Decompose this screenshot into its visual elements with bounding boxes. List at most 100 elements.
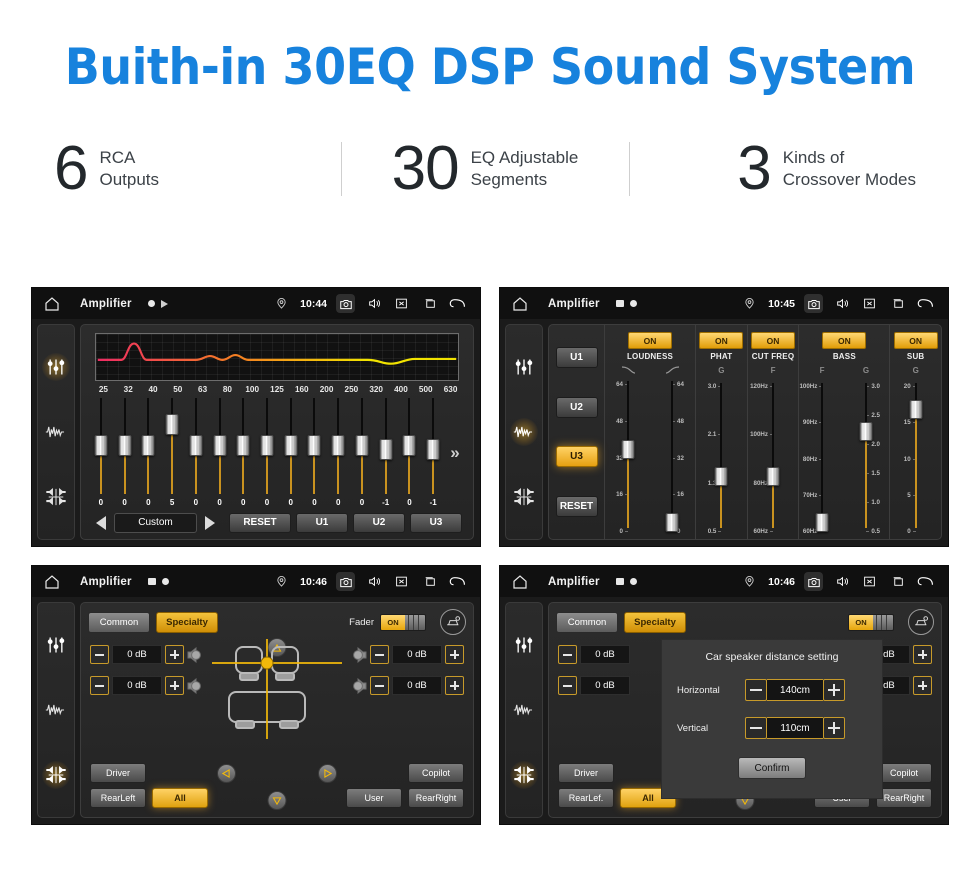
home-icon[interactable] <box>41 293 63 315</box>
plus-button[interactable] <box>445 645 464 664</box>
volume-icon[interactable] <box>364 294 383 313</box>
close-box-icon[interactable] <box>392 294 411 313</box>
phat-on-button[interactable]: ON <box>699 332 744 349</box>
eq-sliders-icon[interactable] <box>510 353 538 381</box>
preset-rearleft-button[interactable]: RearLef. <box>558 788 614 808</box>
eq-band-slider[interactable] <box>235 396 251 496</box>
eq-band-slider[interactable] <box>259 396 275 496</box>
loudness-on-button[interactable]: ON <box>628 332 672 349</box>
crossover-icon[interactable] <box>510 483 538 511</box>
home-icon[interactable] <box>41 571 63 593</box>
car-seat-settings-icon[interactable] <box>440 609 466 635</box>
preset-all-button[interactable]: All <box>152 788 208 808</box>
eq-band-slider[interactable] <box>306 396 322 496</box>
eq-sliders-icon[interactable] <box>42 353 70 382</box>
preset-user-button[interactable]: User <box>346 788 402 808</box>
preset-driver-button[interactable]: Driver <box>558 763 614 783</box>
home-icon[interactable] <box>509 571 531 593</box>
preset-next-button[interactable] <box>202 513 219 532</box>
eq-band-slider[interactable] <box>425 396 441 496</box>
plus-button[interactable] <box>823 717 845 739</box>
preset-rearright-button[interactable]: RearRight <box>408 788 464 808</box>
preset-copilot-button[interactable]: Copilot <box>876 763 932 783</box>
back-icon[interactable] <box>448 572 467 591</box>
recents-icon[interactable] <box>888 294 907 313</box>
volume-icon[interactable] <box>832 294 851 313</box>
eq-band[interactable]: 0 <box>255 396 279 509</box>
horizontal-stepper[interactable]: 140cm <box>745 679 845 701</box>
eq-band[interactable]: 0 <box>398 396 422 509</box>
eq-sliders-icon[interactable] <box>510 631 538 659</box>
plus-button[interactable] <box>823 679 845 701</box>
plus-button[interactable] <box>913 676 932 695</box>
eq-band[interactable]: 0 <box>113 396 137 509</box>
eq-band-slider[interactable] <box>401 396 417 496</box>
user-preset-u3-button[interactable]: U3 <box>409 512 462 533</box>
tab-specialty[interactable]: Specialty <box>156 611 218 633</box>
eq-band-slider[interactable] <box>93 396 109 496</box>
vertical-stepper[interactable]: 110cm <box>745 717 845 739</box>
dsp-slider[interactable]: 120Hz 100Hz 80Hz 60Hz <box>750 377 795 535</box>
reset-button[interactable]: RESET <box>228 512 291 533</box>
cut-freq-on-button[interactable]: ON <box>751 332 795 349</box>
preset-rearleft-button[interactable]: RearLeft <box>90 788 146 808</box>
eq-band[interactable]: 0 <box>89 396 113 509</box>
preset-copilot-button[interactable]: Copilot <box>408 763 464 783</box>
volume-icon[interactable] <box>832 572 851 591</box>
close-box-icon[interactable] <box>392 572 411 591</box>
minus-button[interactable] <box>370 645 389 664</box>
minus-button[interactable] <box>90 676 109 695</box>
eq-band[interactable]: 5 <box>160 396 184 509</box>
plus-button[interactable] <box>913 645 932 664</box>
preset-name[interactable]: Custom <box>114 512 197 533</box>
close-box-icon[interactable] <box>860 572 879 591</box>
eq-band[interactable]: 0 <box>231 396 255 509</box>
close-box-icon[interactable] <box>860 294 879 313</box>
eq-band-slider[interactable] <box>283 396 299 496</box>
eq-band-slider[interactable] <box>330 396 346 496</box>
volume-icon[interactable] <box>364 572 383 591</box>
eq-band[interactable]: -1 <box>374 396 398 509</box>
plus-button[interactable] <box>165 676 184 695</box>
minus-button[interactable] <box>90 645 109 664</box>
crossover-icon[interactable] <box>42 483 70 511</box>
preset-rearright-button[interactable]: RearRight <box>876 788 932 808</box>
eq-more-bands-button[interactable]: » <box>445 396 465 509</box>
minus-button[interactable] <box>745 679 767 701</box>
tab-common[interactable]: Common <box>556 611 618 633</box>
eq-band-slider[interactable] <box>140 396 156 496</box>
camera-icon[interactable] <box>804 572 823 591</box>
eq-band[interactable]: 0 <box>303 396 327 509</box>
recents-icon[interactable] <box>420 572 439 591</box>
camera-icon[interactable] <box>804 294 823 313</box>
eq-sliders-icon[interactable] <box>42 631 70 659</box>
eq-band-slider[interactable] <box>117 396 133 496</box>
eq-band[interactable]: 0 <box>184 396 208 509</box>
back-icon[interactable] <box>916 294 935 313</box>
preset-driver-button[interactable]: Driver <box>90 763 146 783</box>
dsp-slider[interactable]: 3.0 2.5 2.0 1.5 1.0 0.5 <box>844 377 888 535</box>
dsp-slider[interactable]: 64 48 32 16 0 <box>606 375 650 535</box>
eq-band-slider[interactable] <box>164 396 180 496</box>
eq-band-slider[interactable] <box>212 396 228 496</box>
bass-on-button[interactable]: ON <box>822 332 867 349</box>
minus-button[interactable] <box>370 676 389 695</box>
waveform-icon[interactable] <box>510 417 538 446</box>
tab-common[interactable]: Common <box>88 611 150 633</box>
bank-u3-button[interactable]: U3 <box>555 446 598 468</box>
waveform-icon[interactable] <box>42 696 70 724</box>
eq-band-slider[interactable] <box>354 396 370 496</box>
plus-button[interactable] <box>165 645 184 664</box>
minus-button[interactable] <box>558 676 577 695</box>
eq-band[interactable]: 0 <box>136 396 160 509</box>
camera-icon[interactable] <box>336 294 355 313</box>
eq-band[interactable]: 0 <box>326 396 350 509</box>
dsp-slider[interactable]: 100Hz 90Hz 80Hz 70Hz 60Hz <box>799 377 844 535</box>
back-icon[interactable] <box>448 294 467 313</box>
eq-band-slider[interactable] <box>188 396 204 496</box>
eq-band-slider[interactable] <box>378 396 394 496</box>
eq-band[interactable]: 0 <box>279 396 303 509</box>
home-icon[interactable] <box>509 293 531 315</box>
user-preset-u1-button[interactable]: U1 <box>295 512 348 533</box>
preset-prev-button[interactable] <box>92 513 109 532</box>
